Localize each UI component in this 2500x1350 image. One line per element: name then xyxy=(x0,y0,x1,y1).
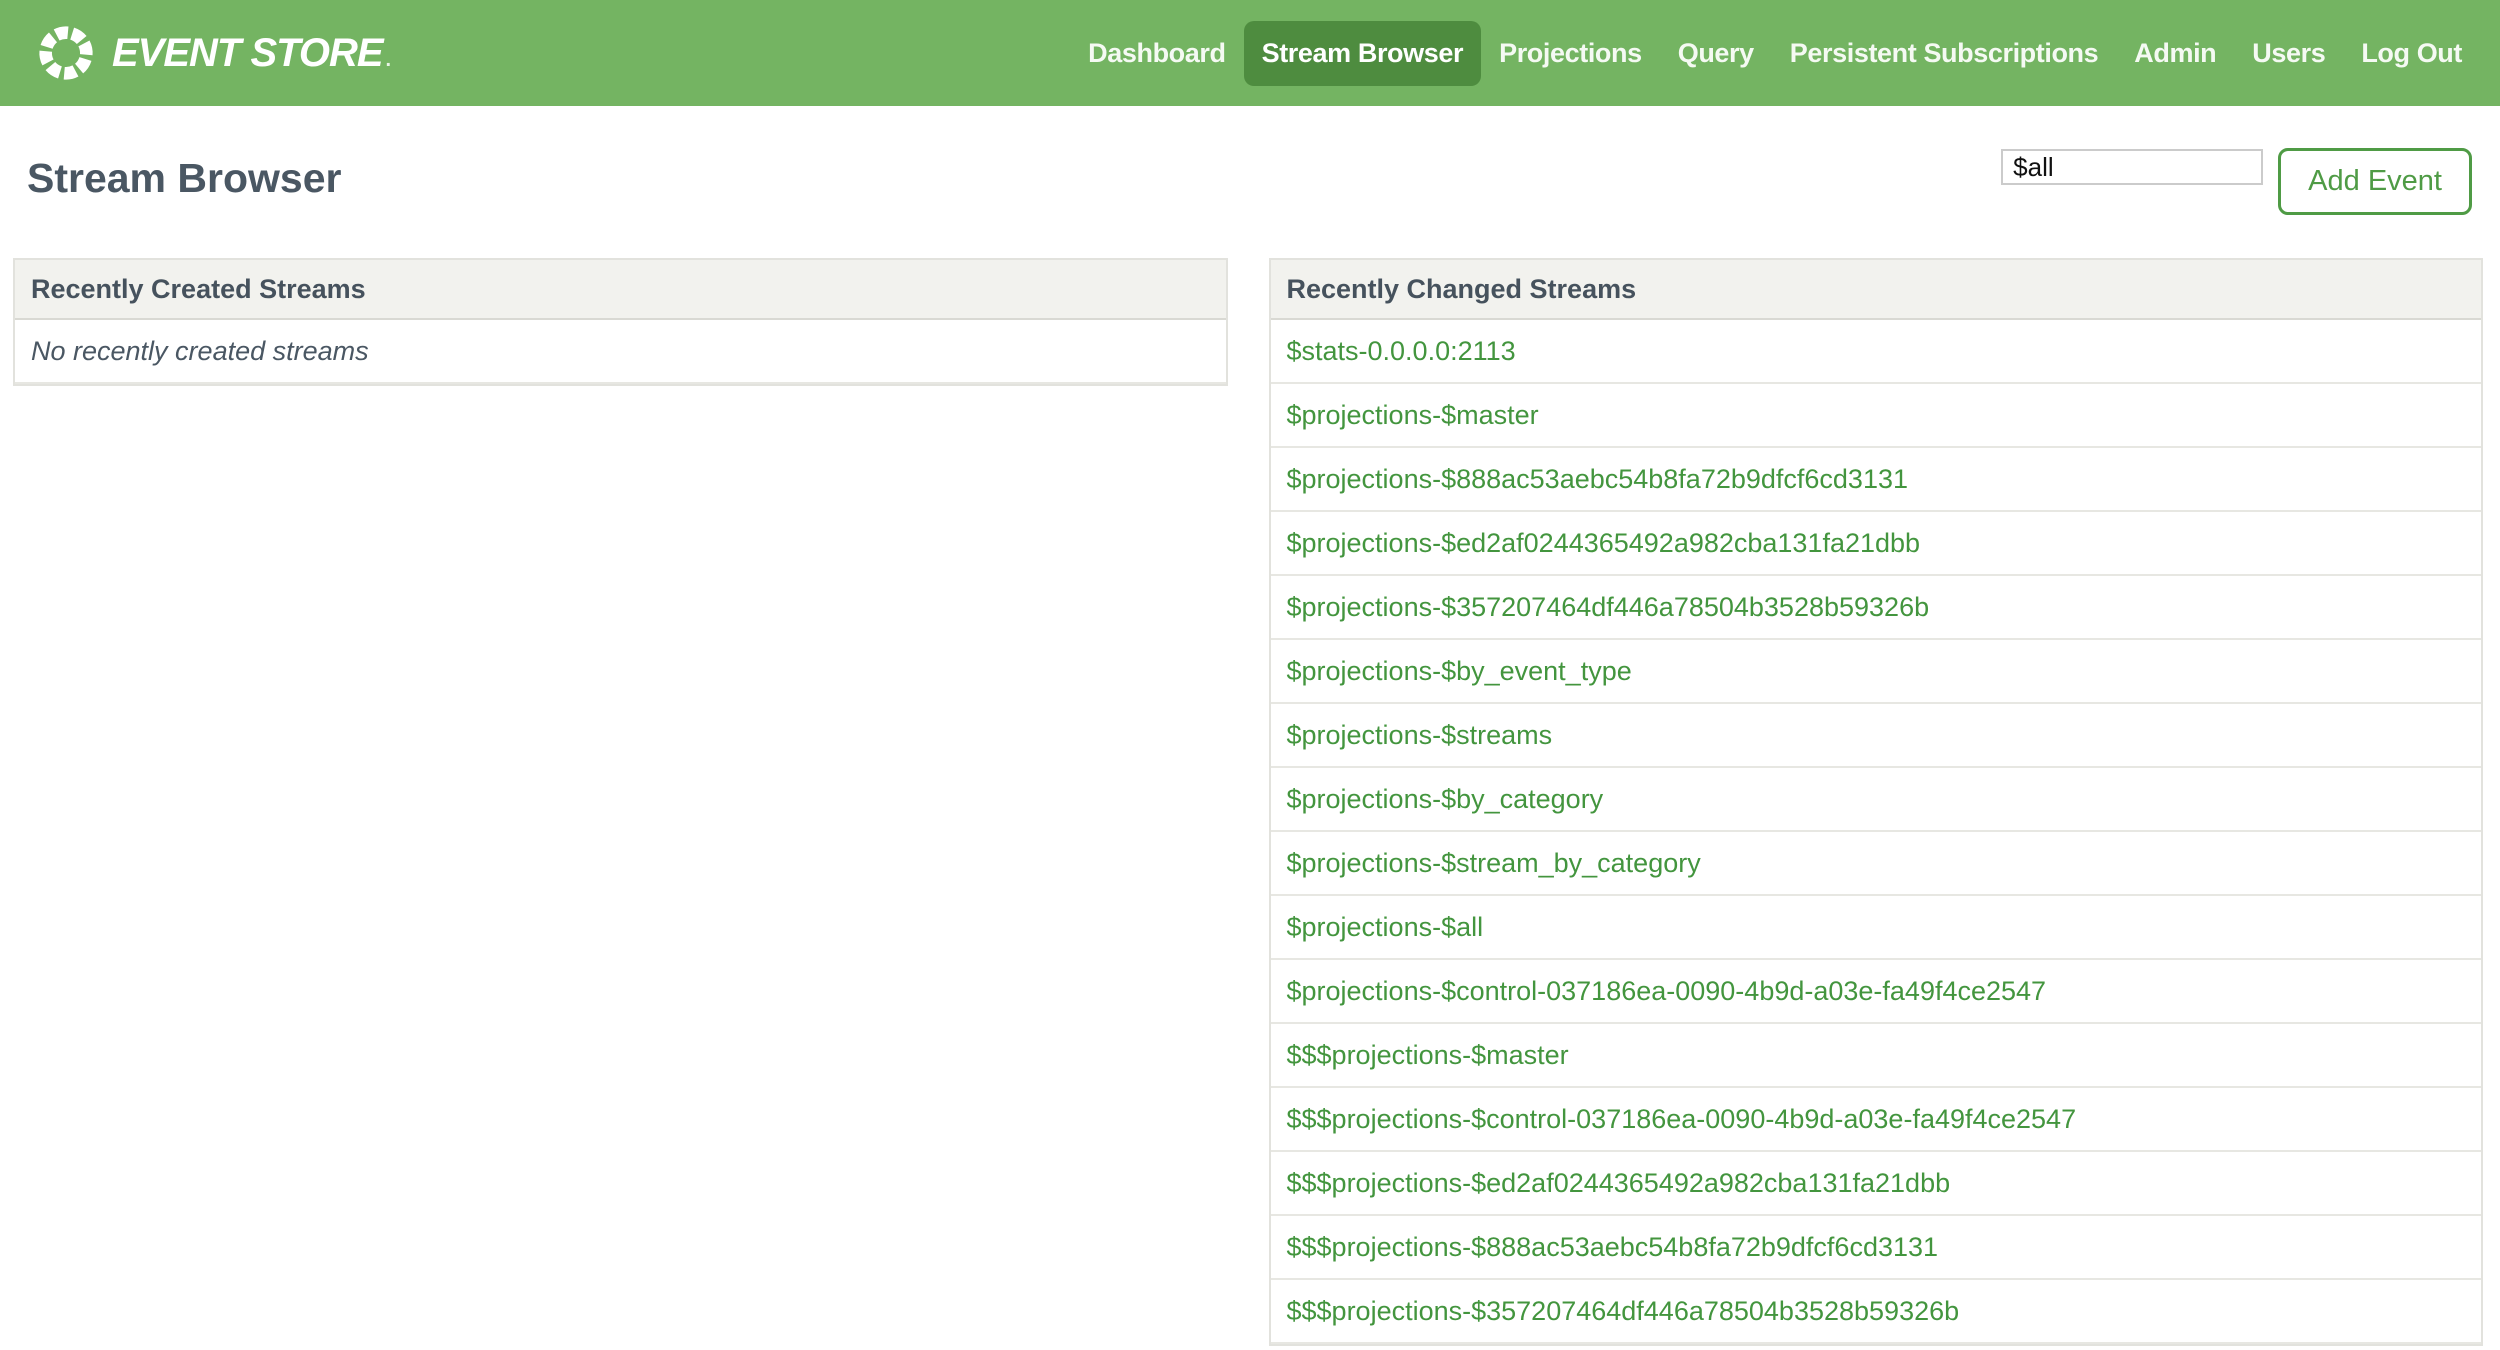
recently-created-panel-title: Recently Created Streams xyxy=(15,260,1226,320)
stream-row: $projections-$control-037186ea-0090-4b9d… xyxy=(1270,960,2481,1024)
navbar-item[interactable]: Stream Browser xyxy=(1243,20,1482,86)
brand-text: EVENT STORE. xyxy=(112,30,391,76)
stream-link[interactable]: $projections-$by_event_type xyxy=(1287,656,1632,687)
stream-panels: Recently Created Streams No recently cre… xyxy=(13,258,2483,1346)
stream-row: $projections-$888ac53aebc54b8fa72b9dfcf6… xyxy=(1270,448,2481,512)
navbar-item[interactable]: Persistent Subscriptions xyxy=(1772,21,2116,86)
stream-row: $projections-$all xyxy=(1270,896,2481,960)
stream-link[interactable]: $projections-$master xyxy=(1287,400,1539,431)
stream-row: $$$projections-$357207464df446a78504b352… xyxy=(1270,1280,2481,1344)
brand-name: EVENT STORE xyxy=(112,30,384,75)
header-actions: Add Event xyxy=(2001,148,2472,215)
stream-row: $projections-$ed2af0244365492a982cba131f… xyxy=(1270,512,2481,576)
recently-changed-panel: Recently Changed Streams $stats-0.0.0.0:… xyxy=(1268,258,2483,1346)
stream-row: $projections-$master xyxy=(1270,384,2481,448)
stream-name-input[interactable] xyxy=(2001,149,2264,185)
stream-row: $projections-$by_category xyxy=(1270,768,2481,832)
recently-changed-panel-title: Recently Changed Streams xyxy=(1270,260,2481,320)
stream-link[interactable]: $$$projections-$357207464df446a78504b352… xyxy=(1287,1296,1960,1327)
stream-link[interactable]: $projections-$ed2af0244365492a982cba131f… xyxy=(1287,528,1921,559)
navbar-menu: Dashboard Stream Browser Projections Que… xyxy=(1070,20,2480,86)
stream-link[interactable]: $projections-$by_category xyxy=(1287,784,1604,815)
navbar-item[interactable]: Log Out xyxy=(2343,21,2480,86)
stream-link[interactable]: $projections-$control-037186ea-0090-4b9d… xyxy=(1287,976,2047,1007)
recently-changed-stream-list: $stats-0.0.0.0:2113 $projections-$master… xyxy=(1270,320,2481,1344)
stream-link[interactable]: $$$projections-$master xyxy=(1287,1040,1569,1071)
stream-browser-page: EVENT STORE. Dashboard Stream Browser Pr… xyxy=(0,0,2500,1350)
event-store-brand: EVENT STORE. xyxy=(35,22,391,84)
stream-link[interactable]: $projections-$streams xyxy=(1287,720,1553,751)
stream-row: $projections-$357207464df446a78504b3528b… xyxy=(1270,576,2481,640)
stream-link[interactable]: $projections-$stream_by_category xyxy=(1287,848,1701,879)
recently-created-empty-message: No recently created streams xyxy=(15,320,1226,384)
page-header: Stream Browser Add Event xyxy=(0,106,2500,258)
recently-created-panel: Recently Created Streams No recently cre… xyxy=(13,258,1228,386)
stream-link[interactable]: $projections-$357207464df446a78504b3528b… xyxy=(1287,592,1930,623)
stream-link[interactable]: $$$projections-$888ac53aebc54b8fa72b9dfc… xyxy=(1287,1232,1939,1263)
stream-row: $$$projections-$888ac53aebc54b8fa72b9dfc… xyxy=(1270,1216,2481,1280)
stream-row: $stats-0.0.0.0:2113 xyxy=(1270,320,2481,384)
stream-row: $$$projections-$control-037186ea-0090-4b… xyxy=(1270,1088,2481,1152)
event-store-logo-icon xyxy=(35,22,97,84)
stream-row: $$$projections-$master xyxy=(1270,1024,2481,1088)
add-event-button[interactable]: Add Event xyxy=(2278,148,2472,215)
stream-link[interactable]: $$$projections-$control-037186ea-0090-4b… xyxy=(1287,1104,2077,1135)
navbar-item[interactable]: Projections xyxy=(1481,21,1660,86)
stream-link[interactable]: $projections-$all xyxy=(1287,912,1484,943)
top-navbar: EVENT STORE. Dashboard Stream Browser Pr… xyxy=(0,0,2500,106)
stream-link[interactable]: $projections-$888ac53aebc54b8fa72b9dfcf6… xyxy=(1287,464,1909,495)
stream-link[interactable]: $stats-0.0.0.0:2113 xyxy=(1287,336,1516,367)
navbar-item[interactable]: Users xyxy=(2234,21,2343,86)
page-title: Stream Browser xyxy=(27,155,342,201)
stream-row: $projections-$stream_by_category xyxy=(1270,832,2481,896)
navbar-item[interactable]: Admin xyxy=(2116,21,2234,86)
stream-row: $projections-$by_event_type xyxy=(1270,640,2481,704)
navbar-item[interactable]: Dashboard xyxy=(1070,21,1243,86)
stream-link[interactable]: $$$projections-$ed2af0244365492a982cba13… xyxy=(1287,1168,1951,1199)
stream-row: $projections-$streams xyxy=(1270,704,2481,768)
brand-trademark: . xyxy=(385,48,391,71)
navbar-item[interactable]: Query xyxy=(1660,21,1772,86)
stream-row: $$$projections-$ed2af0244365492a982cba13… xyxy=(1270,1152,2481,1216)
